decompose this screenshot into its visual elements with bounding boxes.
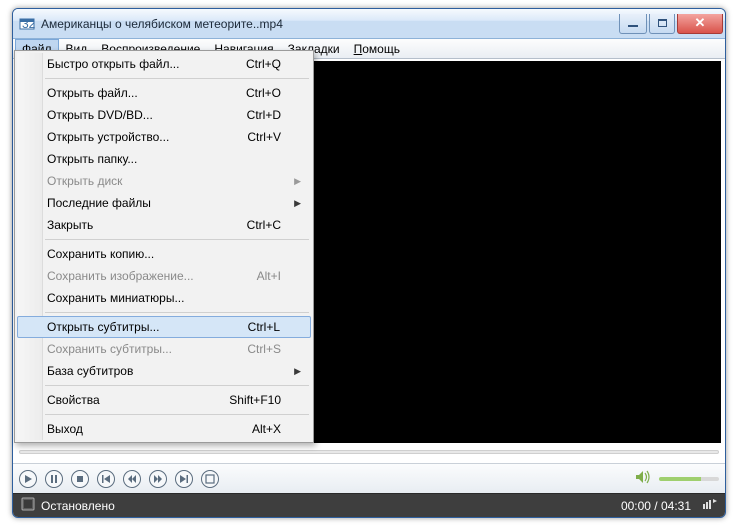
menuitem-shortcut: Ctrl+V — [247, 130, 281, 144]
menuitem-Открыть-DVD-BD-[interactable]: Открыть DVD/BD... Ctrl+D — [17, 104, 311, 126]
menuitem-label: Открыть файл... — [47, 86, 138, 100]
menuitem-shortcut: Shift+F10 — [229, 393, 281, 407]
menuitem-Закрыть[interactable]: Закрыть Ctrl+C — [17, 214, 311, 236]
menuitem-label: Открыть папку... — [47, 152, 137, 166]
menuitem-Сохранить-субтитры-: Сохранить субтитры... Ctrl+S — [17, 338, 311, 360]
menuitem-label: Последние файлы — [47, 196, 151, 210]
menuitem-Свойства[interactable]: Свойства Shift+F10 — [17, 389, 311, 411]
status-text: Остановлено — [41, 499, 115, 513]
svg-text:321: 321 — [22, 17, 35, 31]
menuitem-label: База субтитров — [47, 364, 133, 378]
menuitem-label: Выход — [47, 422, 83, 436]
menu-separator — [45, 385, 309, 386]
play-button[interactable] — [19, 470, 37, 488]
minimize-button[interactable] — [619, 14, 647, 34]
submenu-arrow-icon: ▶ — [294, 198, 301, 209]
menuitem-label: Сохранить субтитры... — [47, 342, 172, 356]
menuitem-label: Открыть диск — [47, 174, 122, 188]
window-title: Американцы о челябиском метеорите..mp4 — [41, 17, 283, 31]
next-button[interactable] — [175, 470, 193, 488]
file-menu-dropdown: Быстро открыть файл... Ctrl+Q Открыть файл… — [14, 50, 314, 443]
app-icon: 321 — [19, 16, 35, 32]
menuitem-label: Открыть DVD/BD... — [47, 108, 153, 122]
menuitem-label: Свойства — [47, 393, 100, 407]
pause-button[interactable] — [45, 470, 63, 488]
volume-icon[interactable] — [635, 470, 651, 487]
menu-separator — [45, 239, 309, 240]
menuitem-Открыть-устройство-[interactable]: Открыть устройство... Ctrl+V — [17, 126, 311, 148]
menu-Помощь[interactable]: Помощь — [347, 39, 407, 58]
menuitem-shortcut: Ctrl+C — [247, 218, 281, 232]
menuitem-Сохранить-изображение-: Сохранить изображение... Alt+I — [17, 265, 311, 287]
maximize-button[interactable] — [649, 14, 675, 34]
menu-separator — [45, 78, 309, 79]
menu-separator — [45, 312, 309, 313]
submenu-arrow-icon: ▶ — [294, 176, 301, 187]
fullscreen-button[interactable] — [201, 470, 219, 488]
menuitem-shortcut: Ctrl+O — [246, 86, 281, 100]
submenu-arrow-icon: ▶ — [294, 366, 301, 377]
menuitem-shortcut: Ctrl+D — [247, 108, 281, 122]
menuitem-label: Закрыть — [47, 218, 93, 232]
menuitem-Открыть-папку-[interactable]: Открыть папку... — [17, 148, 311, 170]
menuitem-shortcut: Ctrl+L — [248, 320, 280, 334]
menuitem-shortcut: Ctrl+S — [247, 342, 281, 356]
menuitem-Выход[interactable]: Выход Alt+X — [17, 418, 311, 440]
menuitem-База-субтитров[interactable]: База субтитров ▶ — [17, 360, 311, 382]
menuitem-Открыть-диск: Открыть диск ▶ — [17, 170, 311, 192]
menuitem-Последние-файлы[interactable]: Последние файлы ▶ — [17, 192, 311, 214]
menuitem-label: Сохранить миниатюры... — [47, 291, 184, 305]
close-button[interactable]: ✕ — [677, 14, 723, 34]
menuitem-label: Открыть устройство... — [47, 130, 169, 144]
time-display: 00:00 / 04:31 — [621, 499, 691, 513]
menuitem-Быстро-открыть-файл-[interactable]: Быстро открыть файл... Ctrl+Q — [17, 53, 311, 75]
prev-button[interactable] — [97, 470, 115, 488]
menuitem-label: Открыть субтитры... — [47, 320, 159, 334]
status-bar: Остановлено 00:00 / 04:31 — [13, 493, 725, 517]
menuitem-Открыть-субтитры-[interactable]: Открыть субтитры... Ctrl+L — [17, 316, 311, 338]
menuitem-label: Сохранить изображение... — [47, 269, 194, 283]
titlebar[interactable]: 321 Американцы о челябиском метеорите..m… — [13, 9, 725, 39]
menuitem-Открыть-файл-[interactable]: Открыть файл... Ctrl+O — [17, 82, 311, 104]
playback-controls — [13, 463, 725, 493]
status-icon — [21, 497, 35, 514]
menuitem-label: Быстро открыть файл... — [47, 57, 179, 71]
menu-separator — [45, 414, 309, 415]
menuitem-shortcut: Ctrl+Q — [246, 57, 281, 71]
audio-indicator-icon — [701, 498, 717, 513]
volume-slider[interactable] — [659, 477, 719, 481]
menuitem-Сохранить-миниатюры-[interactable]: Сохранить миниатюры... — [17, 287, 311, 309]
menuitem-shortcut: Alt+X — [252, 422, 281, 436]
menuitem-label: Сохранить копию... — [47, 247, 154, 261]
seek-bar[interactable] — [19, 447, 719, 457]
stop-button[interactable] — [71, 470, 89, 488]
step-fwd-button[interactable] — [149, 470, 167, 488]
menuitem-shortcut: Alt+I — [257, 269, 281, 283]
menuitem-Сохранить-копию-[interactable]: Сохранить копию... — [17, 243, 311, 265]
step-back-button[interactable] — [123, 470, 141, 488]
